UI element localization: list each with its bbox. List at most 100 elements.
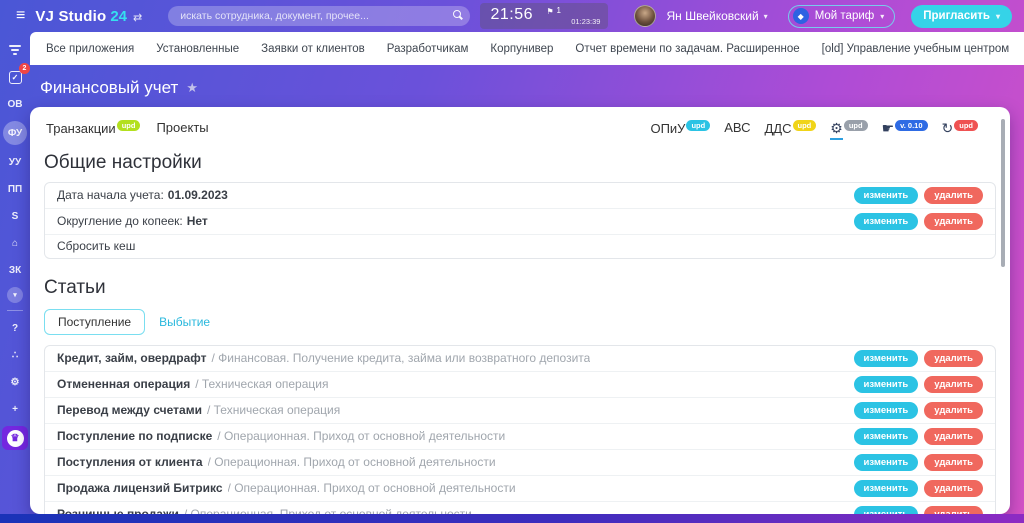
- session-timer: 01:23:39: [571, 17, 600, 26]
- sitemap-icon[interactable]: ∴: [4, 345, 26, 365]
- nav-training-center[interactable]: [old] Управление учебным центром: [822, 43, 1010, 55]
- bottom-gradient-strip: [0, 514, 1024, 523]
- nav-client-requests[interactable]: Заявки от клиентов: [261, 43, 365, 55]
- market-icon[interactable]: ⌂: [4, 233, 26, 253]
- logo-suffix: 24: [110, 8, 127, 25]
- task-check-icon: ✓: [9, 71, 22, 84]
- chevron-down-icon: ▾: [764, 12, 768, 21]
- sidebar-item-s[interactable]: S: [4, 206, 26, 226]
- filter-icon[interactable]: [4, 40, 26, 60]
- edit-button[interactable]: изменить: [854, 187, 919, 204]
- article-name: Перевод между счетами: [57, 403, 202, 417]
- articles-filter-tabs: Поступление Выбытие: [44, 309, 996, 335]
- article-desc: / Финансовая. Получение кредита, займа и…: [211, 351, 590, 365]
- upd-badge: upd: [686, 120, 710, 131]
- sidebar-item-ov[interactable]: ОВ: [4, 94, 26, 114]
- article-name: Продажа лицензий Битрикс: [57, 481, 223, 495]
- invite-button[interactable]: Пригласить ▾: [911, 5, 1012, 28]
- setting-row-reset-cache[interactable]: Сбросить кеш: [45, 235, 995, 258]
- clock-time: 21:56: [490, 6, 533, 24]
- delete-button[interactable]: удалить: [924, 428, 983, 445]
- edit-button[interactable]: изменить: [854, 506, 919, 514]
- update-item[interactable]: ↻upd: [942, 120, 978, 136]
- delete-button[interactable]: удалить: [924, 506, 983, 514]
- nav-corpuniver[interactable]: Корпунивер: [490, 43, 553, 55]
- nav-developers[interactable]: Разработчикам: [387, 43, 469, 55]
- tab-abc[interactable]: АВС: [724, 120, 750, 135]
- setting-row-rounding: Округление до копеек: Нет изменить удали…: [45, 209, 995, 235]
- edit-button[interactable]: изменить: [854, 428, 919, 445]
- delete-button[interactable]: удалить: [924, 213, 983, 230]
- article-row: Розничные продажи / Операционная. Приход…: [45, 502, 995, 514]
- tab-settings[interactable]: ⚙upd: [830, 120, 867, 136]
- switch-arrows-icon[interactable]: ⇄: [133, 11, 142, 24]
- hand-pointer-icon: ☛: [882, 120, 895, 136]
- general-settings-list: Дата начала учета: 01.09.2023 изменить у…: [44, 182, 996, 259]
- edit-button[interactable]: изменить: [854, 454, 919, 471]
- article-desc: / Операционная. Приход от основной деяте…: [217, 429, 505, 443]
- favorite-star-icon[interactable]: ★: [186, 80, 198, 96]
- upd-badge: upd: [844, 120, 868, 131]
- clock-widget[interactable]: 21:56 ⚑ 1 01:23:39: [480, 3, 608, 29]
- panel-header: Транзакцииupd Проекты ОПиУupd АВС ДДСupd…: [44, 107, 996, 146]
- add-icon[interactable]: +: [4, 399, 26, 419]
- tasks-icon[interactable]: ✓ 2: [4, 67, 26, 87]
- upd-badge: upd: [793, 120, 817, 131]
- help-icon[interactable]: ?: [4, 318, 26, 338]
- setting-value: Нет: [187, 214, 208, 228]
- nav-all-apps[interactable]: Все приложения: [46, 43, 134, 55]
- delete-button[interactable]: удалить: [924, 454, 983, 471]
- delete-button[interactable]: удалить: [924, 376, 983, 393]
- chevron-down-icon: ▾: [880, 12, 884, 21]
- gear-icon[interactable]: ⚙: [4, 372, 26, 392]
- avatar[interactable]: [634, 5, 656, 27]
- delete-button[interactable]: удалить: [924, 187, 983, 204]
- app-logo[interactable]: VJ Studio 24 ⇄: [35, 8, 142, 25]
- sidebar-item-pp[interactable]: ПП: [4, 179, 26, 199]
- panel-header-right: ОПиУupd АВС ДДСupd ⚙upd ☛v. 0.10 ↻upd: [650, 120, 978, 136]
- user-menu[interactable]: Ян Швейковский ▾: [666, 9, 767, 23]
- setting-label: Сбросить кеш: [57, 239, 135, 253]
- nav-installed[interactable]: Установленные: [156, 43, 239, 55]
- tab-outcome[interactable]: Выбытие: [159, 315, 210, 329]
- articles-heading: Статьи: [44, 277, 996, 299]
- collapse-chevron-icon[interactable]: ▾: [7, 287, 23, 303]
- delete-button[interactable]: удалить: [924, 350, 983, 367]
- edit-button[interactable]: изменить: [854, 402, 919, 419]
- search-input[interactable]: [168, 10, 470, 22]
- sidebar-item-zk[interactable]: ЗК: [4, 260, 26, 280]
- tab-opiu[interactable]: ОПиУupd: [650, 120, 710, 136]
- article-name: Отмененная операция: [57, 377, 190, 391]
- article-row: Отмененная операция / Техническая операц…: [45, 372, 995, 398]
- setting-label: Округление до копеек:: [57, 214, 183, 228]
- invite-label: Пригласить: [923, 10, 990, 22]
- tab-transactions-label: Транзакции: [46, 121, 116, 136]
- tab-projects[interactable]: Проекты: [156, 120, 208, 135]
- delete-button[interactable]: удалить: [924, 402, 983, 419]
- upd-badge: upd: [117, 120, 141, 131]
- sidebar-item-fu-active[interactable]: ФУ: [3, 121, 27, 145]
- article-row: Перевод между счетами / Техническая опер…: [45, 398, 995, 424]
- crown-glyph: ♛: [7, 430, 24, 447]
- article-name: Кредит, займ, овердрафт: [57, 351, 206, 365]
- version-item[interactable]: ☛v. 0.10: [882, 120, 928, 136]
- search-icon[interactable]: [453, 10, 461, 18]
- scrollbar[interactable]: [1001, 119, 1005, 267]
- search-bar[interactable]: [168, 6, 470, 26]
- tab-transactions[interactable]: Транзакцииupd: [46, 120, 140, 136]
- bitrix-crown-icon[interactable]: ♛: [2, 426, 28, 450]
- tasks-count-badge: 2: [19, 63, 30, 74]
- edit-button[interactable]: изменить: [854, 350, 919, 367]
- edit-button[interactable]: изменить: [854, 376, 919, 393]
- tab-opiu-label: ОПиУ: [650, 121, 685, 136]
- sidebar-item-uu[interactable]: УУ: [4, 152, 26, 172]
- delete-button[interactable]: удалить: [924, 480, 983, 497]
- tab-dds[interactable]: ДДСupd: [765, 120, 817, 136]
- edit-button[interactable]: изменить: [854, 213, 919, 230]
- tariff-button[interactable]: ◆ Мой тариф ▾: [788, 5, 896, 28]
- edit-button[interactable]: изменить: [854, 480, 919, 497]
- title-row: Финансовый учет ★: [40, 78, 198, 98]
- nav-time-report[interactable]: Отчет времени по задачам. Расширенное: [575, 43, 799, 55]
- tab-income[interactable]: Поступление: [44, 309, 145, 335]
- hamburger-menu-icon[interactable]: ≡: [16, 8, 25, 24]
